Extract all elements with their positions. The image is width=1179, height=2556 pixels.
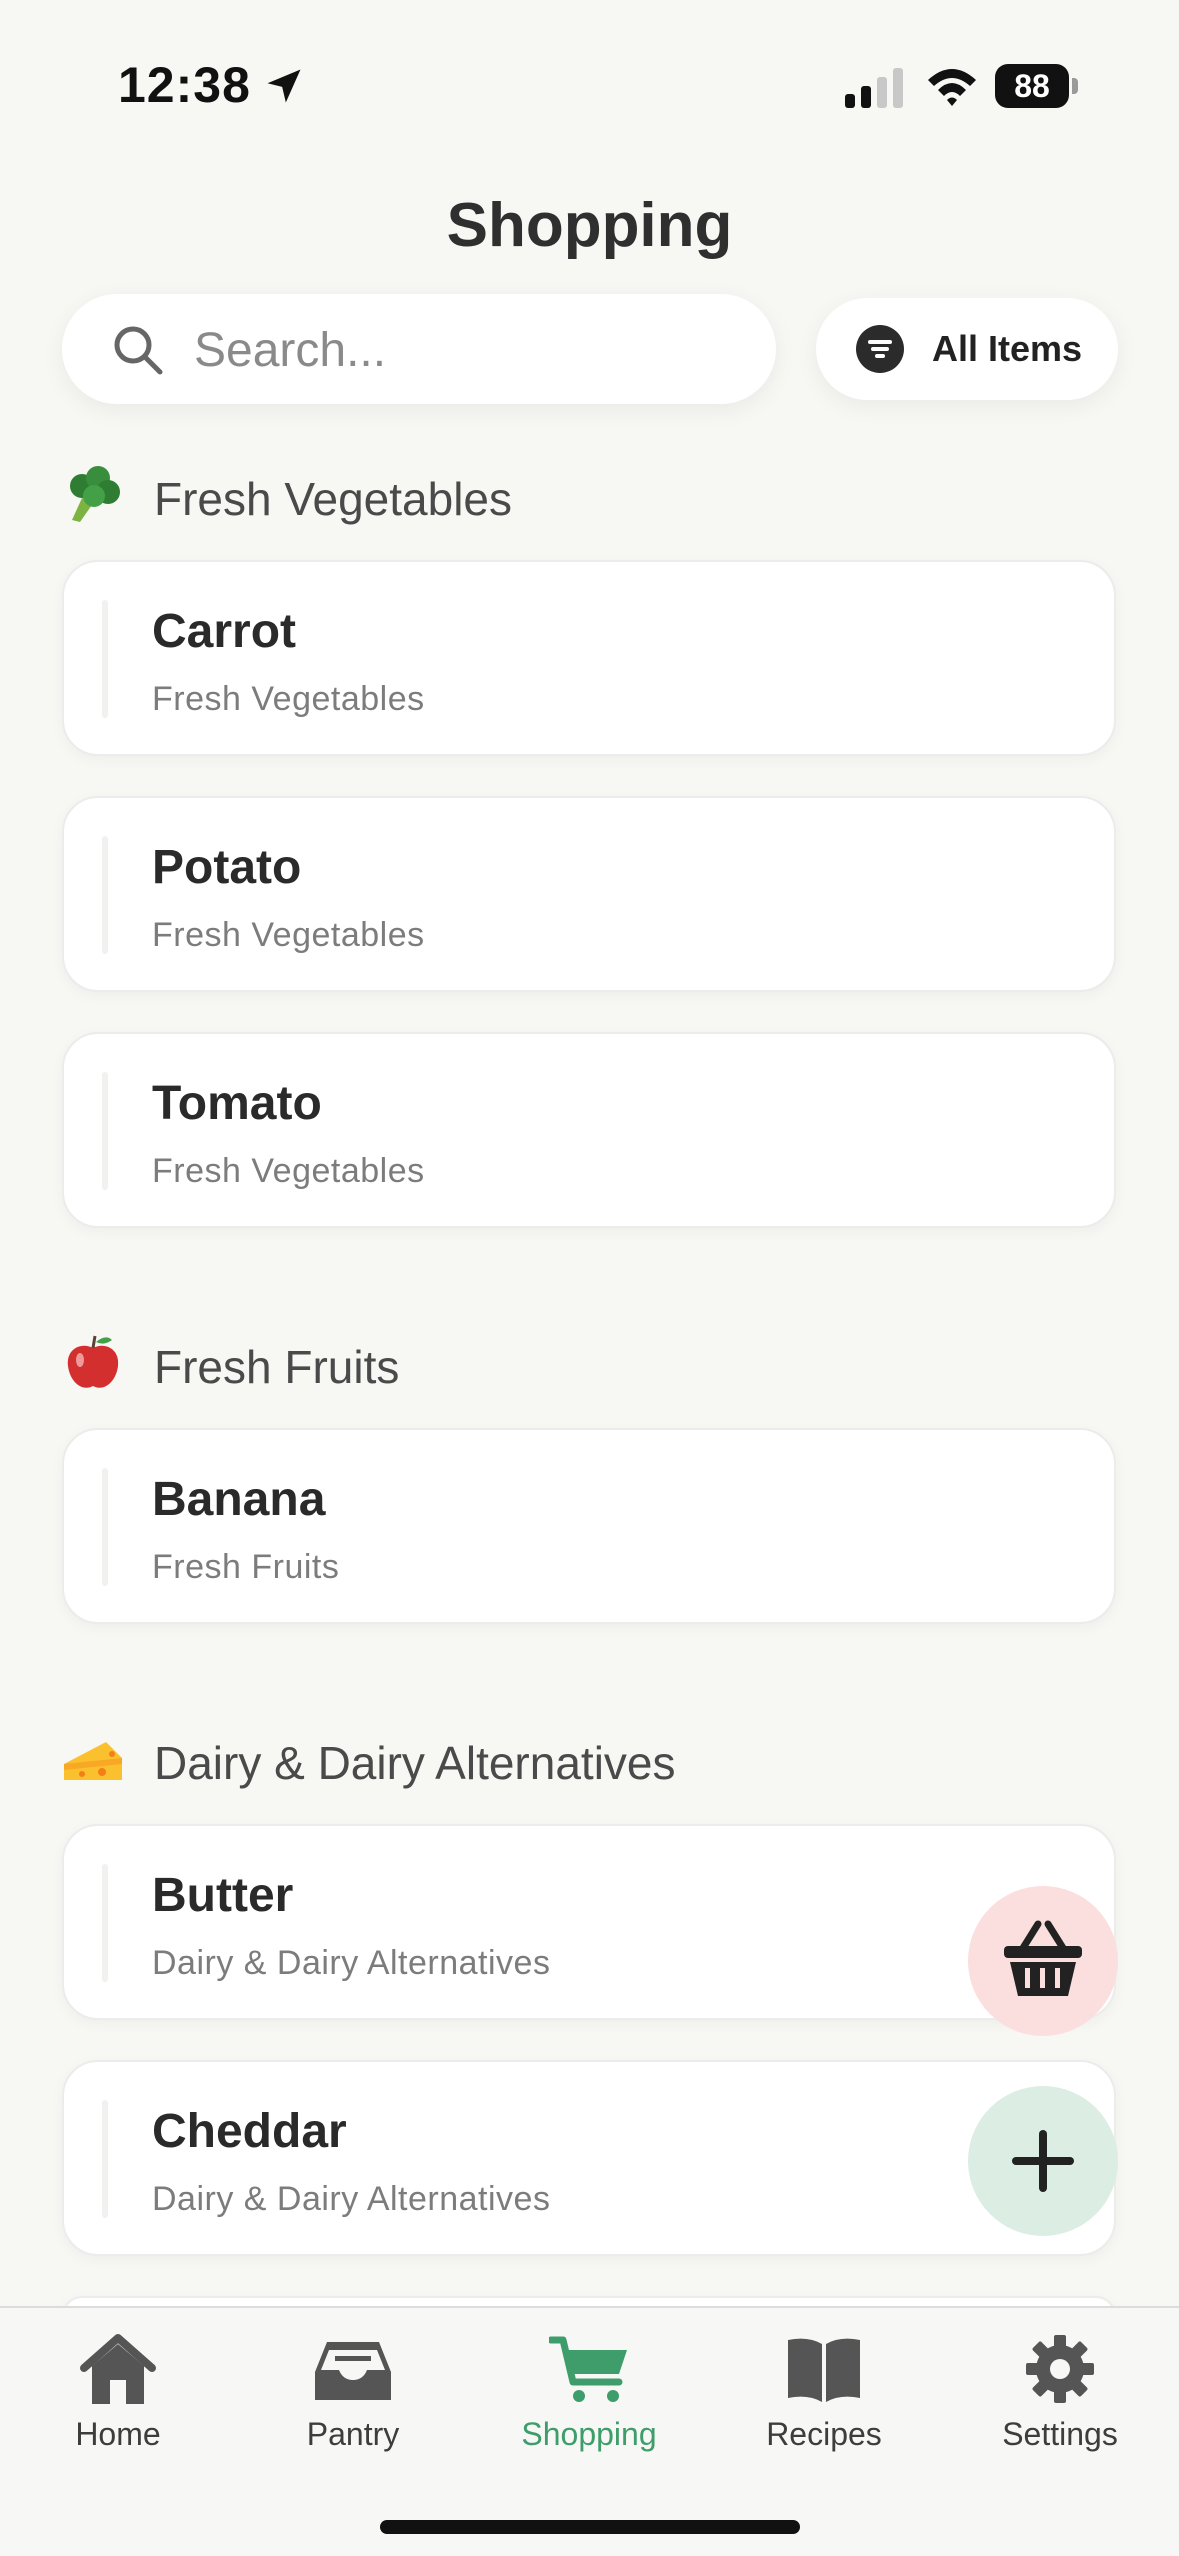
inbox-tray-icon [315, 2342, 391, 2400]
open-book-icon [788, 2338, 860, 2402]
search-input[interactable] [192, 314, 736, 386]
battery-indicator: 88 [995, 64, 1079, 110]
item-name: Carrot [152, 605, 297, 658]
item-name: Cheddar [152, 2105, 347, 2158]
card-accent-bar [102, 2100, 108, 2218]
item-category: Dairy & Dairy Alternatives [152, 1944, 551, 1982]
card-accent-bar [102, 836, 108, 954]
cellular-signal-icon [845, 68, 903, 108]
item-category: Dairy & Dairy Alternatives [152, 2180, 551, 2218]
wifi-icon [928, 69, 976, 106]
section-title: Fresh Fruits [154, 1341, 400, 1393]
search-icon [114, 326, 163, 375]
filter-label: All Items [932, 328, 1083, 369]
item-name: Banana [152, 1473, 326, 1526]
section-title: Dairy & Dairy Alternatives [154, 1737, 676, 1789]
list-item[interactable]: Banana Fresh Fruits [62, 1428, 1116, 1624]
filter-icon [856, 325, 904, 373]
basket-icon [1004, 1920, 1082, 1996]
card-accent-bar [102, 1468, 108, 1586]
item-category: Fresh Vegetables [152, 680, 425, 718]
item-category: Fresh Vegetables [152, 1152, 425, 1190]
tab-home[interactable]: Home [18, 2318, 218, 2478]
section-header-fresh-vegetables: Fresh Vegetables [62, 464, 762, 534]
list-item[interactable]: Potato Fresh Vegetables [62, 796, 1116, 992]
tab-label: Settings [1002, 2416, 1118, 2452]
filter-button[interactable]: All Items [816, 298, 1118, 400]
home-indicator[interactable] [380, 2520, 800, 2534]
location-arrow-icon [267, 69, 301, 103]
tab-label: Pantry [306, 2416, 400, 2452]
add-item-button[interactable] [968, 2086, 1118, 2236]
item-category: Fresh Vegetables [152, 916, 425, 954]
item-name: Potato [152, 841, 302, 894]
tab-bar: Home Pantry Shopping Recipes Settings [0, 2306, 1179, 2556]
status-bar: 12:38 88 [0, 0, 1179, 150]
battery-tip [1072, 78, 1078, 94]
card-accent-bar [102, 1864, 108, 1982]
page-title: Shopping [446, 191, 733, 260]
card-accent-bar [102, 1072, 108, 1190]
tab-pantry[interactable]: Pantry [253, 2318, 453, 2478]
basket-button[interactable] [968, 1886, 1118, 2036]
list-item[interactable]: Cheddar Dairy & Dairy Alternatives [62, 2060, 1116, 2256]
plus-icon [1012, 2130, 1074, 2192]
battery-level: 88 [995, 64, 1069, 108]
section-header-dairy: Dairy & Dairy Alternatives [62, 1728, 862, 1798]
list-item[interactable]: Butter Dairy & Dairy Alternatives [62, 1824, 1116, 2020]
tab-recipes[interactable]: Recipes [724, 2318, 924, 2478]
house-icon [80, 2334, 156, 2404]
apple-icon [67, 1335, 119, 1388]
list-item[interactable]: Tomato Fresh Vegetables [62, 1032, 1116, 1228]
item-name: Tomato [152, 1077, 322, 1130]
tab-shopping[interactable]: Shopping [489, 2318, 689, 2478]
section-title: Fresh Vegetables [154, 473, 513, 525]
tab-label: Recipes [766, 2416, 882, 2452]
search-bar[interactable] [62, 294, 776, 404]
status-time: 12:38 [118, 57, 251, 113]
section-header-fresh-fruits: Fresh Fruits [62, 1332, 762, 1402]
tab-label: Shopping [521, 2416, 657, 2452]
gear-icon [1026, 2335, 1094, 2403]
card-accent-bar [102, 600, 108, 718]
broccoli-icon [70, 466, 120, 522]
item-category: Fresh Fruits [152, 1548, 340, 1586]
shopping-cart-icon [549, 2336, 627, 2402]
item-name: Butter [152, 1869, 294, 1922]
tab-settings[interactable]: Settings [960, 2318, 1160, 2478]
tab-label: Home [75, 2416, 161, 2452]
cheese-icon [64, 1742, 122, 1780]
list-item[interactable]: Carrot Fresh Vegetables [62, 560, 1116, 756]
